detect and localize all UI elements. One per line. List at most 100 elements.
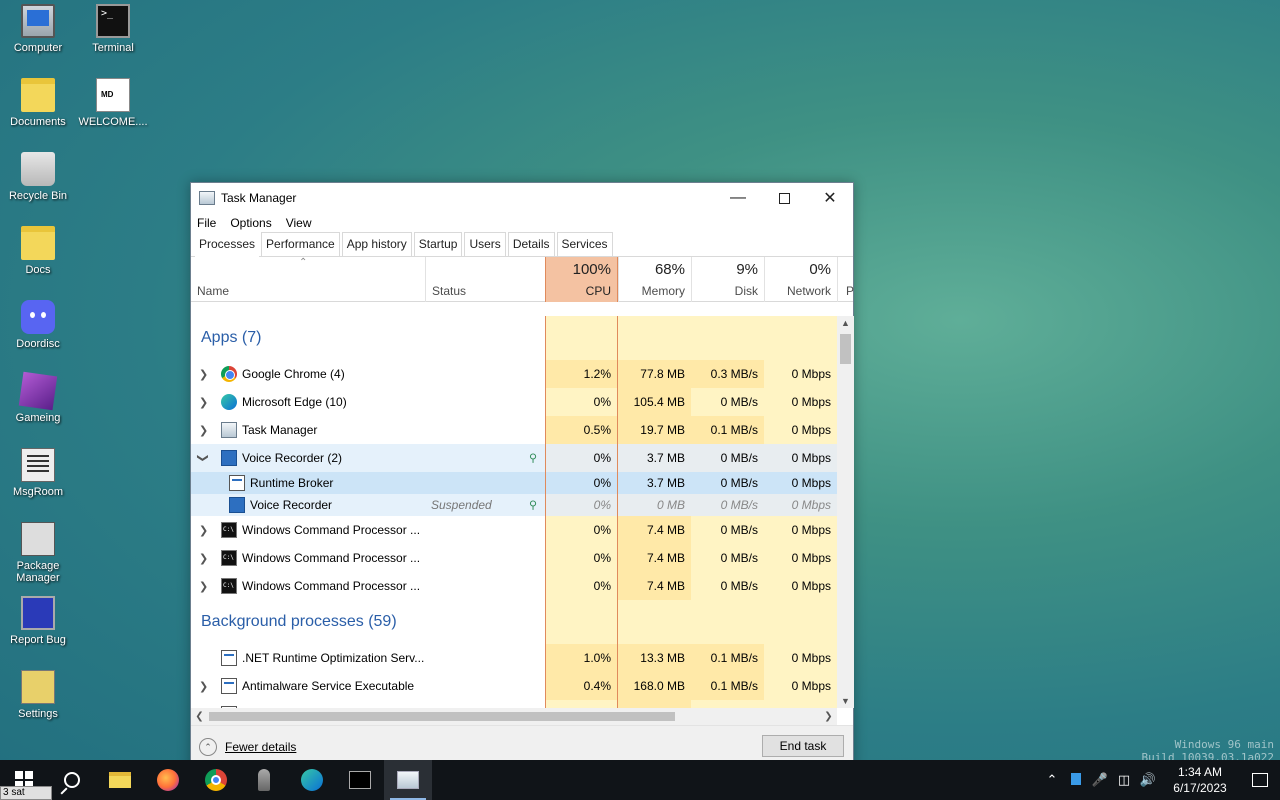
process-row-chrome[interactable]: ❯ Google Chrome (4) 1.2% 77.8 MB 0.3 MB/…: [191, 360, 837, 388]
maximize-button[interactable]: [761, 183, 807, 213]
desktop-icon-gameing[interactable]: Gameing: [0, 371, 76, 424]
chevron-up-icon[interactable]: ⌃: [1040, 772, 1064, 788]
process-row-task-manager[interactable]: ❯ Task Manager 0.5% 19.7 MB 0.1 MB/s 0 M…: [191, 416, 837, 444]
desktop-icon-package-manager[interactable]: Package Manager: [0, 522, 76, 584]
chrome-icon: [221, 366, 237, 382]
process-row-runtime-broker[interactable]: Runtime Broker 0% 3.7 MB 0 MB/s 0 Mbps: [191, 472, 837, 494]
scroll-left-icon[interactable]: ❮: [191, 708, 208, 725]
command-prompt-icon: [221, 550, 237, 566]
search-button[interactable]: [48, 760, 96, 800]
scroll-down-icon[interactable]: ▼: [837, 696, 854, 706]
tab-processes[interactable]: Processes: [195, 233, 260, 257]
close-button[interactable]: ✕: [807, 183, 853, 213]
tab-users[interactable]: Users: [464, 232, 506, 256]
status-suspended: Suspended: [431, 498, 492, 512]
process-row-cmd[interactable]: ❯ Windows Command Processor ... 0% 7.4 M…: [191, 544, 837, 572]
desktop-icon-computer[interactable]: Computer: [0, 4, 76, 54]
cpu-cell: 0%: [545, 544, 618, 572]
title-bar[interactable]: Task Manager — ✕: [191, 183, 853, 213]
desktop-icon-terminal[interactable]: Terminal: [75, 4, 151, 54]
taskbar-file-explorer[interactable]: [96, 760, 144, 800]
scroll-thumb[interactable]: [840, 334, 851, 364]
desktop-icon-docs[interactable]: Docs: [0, 226, 76, 276]
sort-up-icon: ⌃: [299, 257, 308, 268]
tab-app-history[interactable]: App history: [341, 232, 412, 256]
horizontal-scrollbar[interactable]: ❮ ❯: [191, 708, 837, 725]
process-row-cmd[interactable]: ❯ Windows Command Processor ... 0% 7.4 M…: [191, 572, 837, 600]
cube-icon: [18, 371, 58, 411]
column-disk-label: Disk: [734, 284, 758, 298]
disk-cell: 0 MB/s: [691, 700, 764, 708]
process-row-app-frame-host[interactable]: Application Frame Host 0% 5.6 MB 0 MB/s …: [191, 700, 837, 708]
desktop-icon-documents[interactable]: Documents: [0, 78, 76, 128]
taskbar-edge[interactable]: [288, 760, 336, 800]
desktop-icon-msgroom[interactable]: MsgRoom: [0, 448, 76, 498]
process-row-dotnet[interactable]: .NET Runtime Optimization Serv... 1.0% 1…: [191, 644, 837, 672]
end-task-button[interactable]: End task: [762, 735, 844, 757]
process-row-edge[interactable]: ❯ Microsoft Edge (10) 0% 105.4 MB 0 MB/s…: [191, 388, 837, 416]
taskbar-task-manager[interactable]: [384, 760, 432, 800]
chevron-right-icon[interactable]: ❯: [199, 516, 208, 544]
vertical-scrollbar[interactable]: ▲ ▼: [837, 316, 854, 708]
memory-cell: [618, 600, 691, 644]
process-row-cmd[interactable]: ❯ Windows Command Processor ... 0% 7.4 M…: [191, 516, 837, 544]
chevron-right-icon[interactable]: ❯: [199, 388, 208, 416]
chevron-right-icon[interactable]: ❯: [199, 416, 208, 444]
chevron-up-icon: ⌃: [199, 738, 217, 756]
tab-details[interactable]: Details: [507, 232, 555, 256]
cpu-cell: 0%: [545, 572, 618, 600]
taskbar-voice-recorder[interactable]: [240, 760, 288, 800]
taskbar-firefox[interactable]: [144, 760, 192, 800]
column-name[interactable]: ⌃ Name: [191, 257, 425, 302]
fewer-details-label: Fewer details: [225, 740, 297, 754]
desktop-icon-settings[interactable]: Settings: [0, 670, 76, 720]
chevron-right-icon[interactable]: ❯: [199, 360, 208, 388]
process-row-voice-recorder[interactable]: ❯ Voice Recorder (2) ⚲ 0% 3.7 MB 0 MB/s …: [191, 444, 837, 472]
tab-startup[interactable]: Startup: [413, 232, 463, 256]
desktop-icon-report-bug[interactable]: Report Bug: [0, 596, 76, 646]
column-cpu[interactable]: 100% CPU: [545, 257, 618, 302]
column-network[interactable]: 0% Network: [764, 257, 837, 302]
fewer-details-button[interactable]: ⌃ Fewer details: [199, 738, 296, 756]
chevron-right-icon[interactable]: ❯: [199, 544, 208, 572]
taskbar-chrome[interactable]: [192, 760, 240, 800]
microphone-icon[interactable]: 🎤: [1088, 772, 1112, 788]
scroll-up-icon[interactable]: ▲: [837, 318, 854, 328]
desktop-icon-label: Gameing: [15, 412, 61, 424]
desktop-icon-recycle-bin[interactable]: Recycle Bin: [0, 152, 76, 202]
column-status[interactable]: Status: [425, 257, 545, 302]
tab-performance[interactable]: Performance: [261, 232, 340, 256]
menu-file[interactable]: File: [197, 216, 216, 230]
chevron-right-icon[interactable]: ❯: [199, 572, 208, 600]
tab-services[interactable]: Services: [556, 232, 613, 256]
clock[interactable]: 1:34 AM 6/17/2023: [1160, 764, 1240, 796]
network-icon[interactable]: ◫: [1112, 772, 1136, 788]
notification-button[interactable]: [1240, 773, 1280, 787]
desktop-icon-doordisc[interactable]: Doordisc: [0, 300, 76, 350]
column-disk[interactable]: 9% Disk: [691, 257, 764, 302]
menu-view[interactable]: View: [286, 216, 312, 230]
chevron-down-icon[interactable]: ❯: [191, 453, 218, 462]
terminal-icon: [349, 771, 371, 789]
chevron-right-icon[interactable]: ❯: [199, 672, 208, 700]
volume-icon[interactable]: 🔊: [1136, 772, 1160, 788]
network-cell: 0 Mbps: [764, 672, 837, 700]
tray-app-icon[interactable]: [1064, 772, 1088, 788]
minimize-icon: —: [730, 189, 746, 206]
network-cell: [764, 316, 837, 360]
disk-cell: 0 MB/s: [691, 472, 764, 494]
desktop-icon-welcome[interactable]: WELCOME....: [75, 78, 151, 128]
process-row-voice-recorder-child[interactable]: Voice Recorder Suspended ⚲ 0% 0 MB 0 MB/…: [191, 494, 837, 516]
column-power[interactable]: P: [837, 257, 854, 302]
minimize-button[interactable]: —: [715, 183, 761, 213]
cpu-cell: 0.5%: [545, 416, 618, 444]
column-memory[interactable]: 68% Memory: [618, 257, 691, 302]
taskbar-terminal[interactable]: [336, 760, 384, 800]
group-header-background: Background processes (59): [191, 600, 837, 644]
scroll-right-icon[interactable]: ❯: [820, 708, 837, 725]
cpu-total: 100%: [572, 261, 611, 278]
scroll-thumb[interactable]: [209, 712, 675, 721]
menu-options[interactable]: Options: [230, 216, 271, 230]
network-cell: 0 Mbps: [764, 516, 837, 544]
process-row-antimalware[interactable]: ❯ Antimalware Service Executable 0.4% 16…: [191, 672, 837, 700]
